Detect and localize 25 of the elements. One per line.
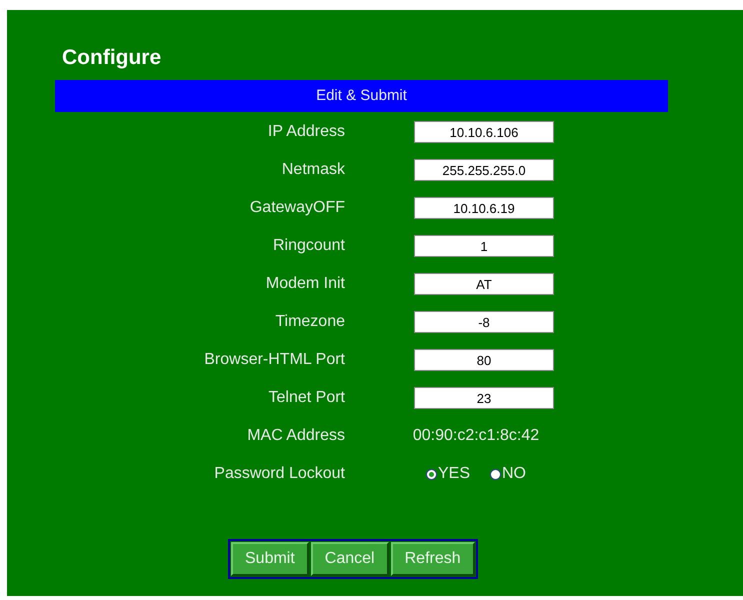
input-field[interactable]: 10.10.6.19 bbox=[414, 197, 554, 219]
field-label: GatewayOFF bbox=[250, 198, 345, 218]
input-field[interactable]: 80 bbox=[414, 349, 554, 371]
field-label: Password Lockout bbox=[214, 464, 345, 484]
field-label: Browser-HTML Port bbox=[204, 350, 345, 370]
mac-address-value: 00:90:c2:c1:8c:42 bbox=[412, 426, 540, 446]
input-field[interactable]: 23 bbox=[414, 387, 554, 409]
field-label: Netmask bbox=[282, 160, 345, 180]
input-field[interactable]: 1 bbox=[414, 235, 554, 257]
input-field[interactable]: -8 bbox=[414, 311, 554, 333]
section-header: Edit & Submit bbox=[55, 80, 668, 112]
field-label: IP Address bbox=[268, 122, 345, 142]
field-label: Telnet Port bbox=[268, 388, 345, 408]
page-title: Configure bbox=[62, 45, 162, 71]
field-label: Ringcount bbox=[272, 236, 345, 256]
input-field[interactable]: AT bbox=[414, 273, 554, 295]
field-label: Timezone bbox=[275, 312, 345, 332]
field-label: MAC Address bbox=[247, 426, 345, 446]
field-label: Modem Init bbox=[266, 274, 345, 294]
input-field[interactable]: 10.10.6.106 bbox=[414, 121, 554, 143]
input-field[interactable]: 255.255.255.0 bbox=[414, 159, 554, 181]
radio-option[interactable]: YES bbox=[426, 462, 470, 486]
radio-button[interactable] bbox=[490, 468, 501, 480]
radio-option[interactable]: NO bbox=[490, 462, 526, 486]
radio-button[interactable] bbox=[426, 468, 437, 480]
